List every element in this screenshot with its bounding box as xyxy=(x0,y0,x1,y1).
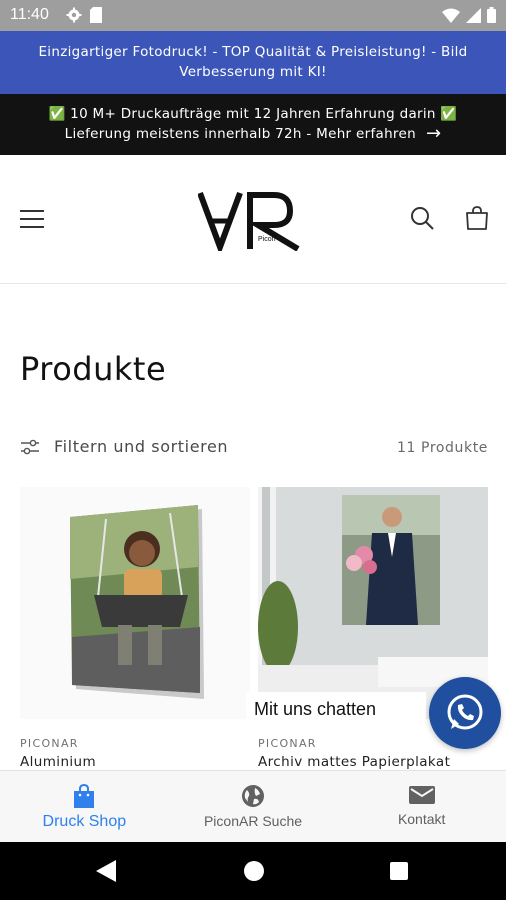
info-line-2-text[interactable]: Lieferung meistens innerhalb 72h - Mehr … xyxy=(65,124,416,144)
info-line-1: ✅ 10 M+ Druckaufträge mit 12 Jahren Erfa… xyxy=(48,106,458,122)
mail-icon xyxy=(408,786,435,804)
system-navigation-bar xyxy=(0,842,506,900)
bottom-navigation: Druck Shop PiconAR Suche Kontakt xyxy=(0,770,506,842)
site-header: Picon xyxy=(0,155,506,284)
cart-icon[interactable] xyxy=(464,205,490,231)
settings-icon xyxy=(66,7,82,23)
nav-druck-shop-label: Druck Shop xyxy=(42,813,127,830)
arrow-right-icon: → xyxy=(425,123,442,144)
nav-piconar-suche-label: PiconAR Suche xyxy=(203,813,303,829)
status-time: 11:40 xyxy=(10,6,49,23)
promo-banner: Einzigartiger Fotodruck! - TOP Qualität … xyxy=(0,31,506,94)
nav-kontakt[interactable]: Kontakt xyxy=(337,771,506,842)
status-bar: 11:40 xyxy=(0,0,506,31)
globe-icon xyxy=(242,785,264,807)
filter-sliders-icon xyxy=(21,439,39,454)
product-image-aluminium[interactable] xyxy=(20,487,250,719)
product-card[interactable]: PICONAR Aluminium xyxy=(20,487,250,770)
home-icon[interactable] xyxy=(244,861,264,881)
shopping-bag-icon xyxy=(74,784,95,808)
product-count: 11 Produkte xyxy=(396,440,488,456)
recent-apps-icon[interactable] xyxy=(390,862,408,880)
menu-icon[interactable] xyxy=(20,207,44,231)
battery-icon xyxy=(487,7,496,23)
status-left-icons xyxy=(66,7,102,23)
nav-druck-shop[interactable]: Druck Shop xyxy=(0,771,169,842)
chat-label[interactable]: Mit uns chatten xyxy=(246,692,426,728)
piconar-logo[interactable]: Picon xyxy=(197,189,300,256)
page-title: Produkte xyxy=(20,350,167,388)
nav-kontakt-label: Kontakt xyxy=(397,811,446,827)
product-title[interactable]: Archiv mattes Papierplakat xyxy=(258,754,488,770)
wifi-icon xyxy=(442,8,460,23)
whatsapp-icon xyxy=(447,694,483,730)
logo-text: Picon xyxy=(258,236,276,243)
info-line-2[interactable]: Lieferung meistens innerhalb 72h - Mehr … xyxy=(65,124,442,144)
child-swing-photo-icon xyxy=(70,505,204,699)
signal-icon xyxy=(466,7,481,23)
filter-label: Filtern und sortieren xyxy=(54,437,229,456)
logo-mark-icon xyxy=(197,191,300,256)
promo-text: Einzigartiger Fotodruck! - TOP Qualität … xyxy=(38,44,468,80)
whatsapp-chat-button[interactable] xyxy=(429,677,501,749)
info-banner[interactable]: ✅ 10 M+ Druckaufträge mit 12 Jahren Erfa… xyxy=(0,94,506,155)
product-vendor: PICONAR xyxy=(20,737,79,750)
nav-piconar-suche[interactable]: PiconAR Suche xyxy=(169,771,338,842)
status-right-icons xyxy=(442,7,496,23)
filter-row: Filtern und sortieren 11 Produkte xyxy=(20,437,488,463)
filter-sort-button[interactable]: Filtern und sortieren xyxy=(20,437,228,456)
search-icon[interactable] xyxy=(409,205,435,231)
product-title[interactable]: Aluminium xyxy=(20,754,250,770)
sd-card-icon xyxy=(90,7,102,23)
back-icon[interactable] xyxy=(96,860,116,882)
